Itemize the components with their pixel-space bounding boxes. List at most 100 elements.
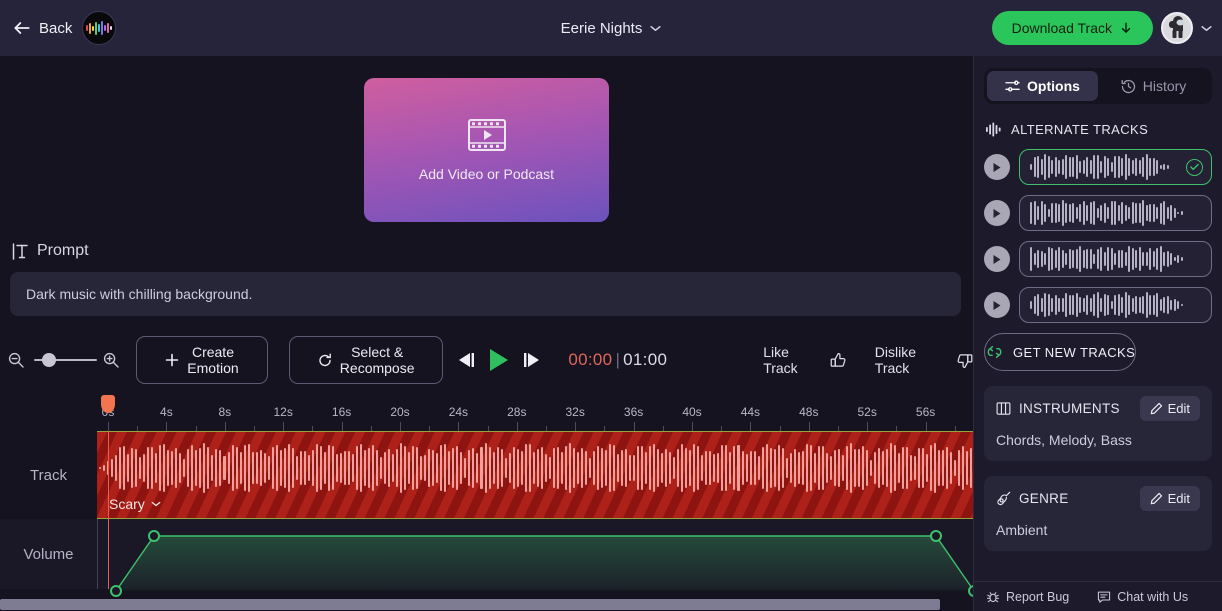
alternate-track-2[interactable]: [1019, 195, 1212, 231]
back-button[interactable]: Back: [12, 18, 72, 38]
brand-logo[interactable]: [82, 11, 116, 45]
chevron-down-icon[interactable]: [650, 25, 661, 32]
waveform-bar: [653, 444, 655, 493]
volume-envelope-area[interactable]: [97, 519, 973, 589]
alternate-track-play-button[interactable]: [984, 292, 1010, 318]
waveform-bar: [1163, 252, 1165, 266]
waveform-bar: [428, 449, 430, 488]
waveform-bar: [115, 455, 117, 480]
waveform-bar: [1051, 203, 1053, 224]
waveform-bar: [1153, 295, 1155, 316]
skip-back-icon[interactable]: [456, 351, 476, 369]
waveform-bar: [629, 455, 631, 481]
select-and-recompose-button[interactable]: Select & Recompose: [289, 336, 443, 384]
waveform-bar: [529, 444, 531, 491]
genre-value: Ambient: [996, 522, 1200, 538]
history-clock-icon: [1121, 79, 1136, 94]
waveform-bar: [1181, 257, 1183, 261]
select-recompose-label-line1: Select &: [351, 344, 403, 360]
waveform-bar: [822, 446, 824, 490]
alternate-track-3[interactable]: [1019, 241, 1212, 277]
waveform-bar: [1041, 251, 1043, 268]
dislike-track-button[interactable]: Dislike Track: [875, 344, 973, 376]
playhead-handle[interactable]: [101, 395, 115, 413]
timeline-horizontal-scrollbar[interactable]: [0, 598, 973, 611]
waveform-bar: [1048, 247, 1050, 271]
genre-title: GENRE: [1019, 491, 1069, 506]
check-circle-icon[interactable]: [1186, 159, 1203, 176]
waveform-bar: [1125, 292, 1127, 317]
timeline-ruler[interactable]: 0s4s8s12s16s20s24s28s32s36s40s44s48s52s5…: [97, 395, 973, 431]
audio-clip[interactable]: Scary: [97, 431, 973, 519]
create-emotion-button[interactable]: Create Emotion: [136, 336, 268, 384]
waveform-bar: [1090, 249, 1092, 269]
zoom-slider-knob[interactable]: [42, 353, 56, 367]
waveform-bar: [248, 444, 250, 491]
avatar[interactable]: [1161, 12, 1193, 44]
waveform-bar: [854, 449, 856, 487]
volume-node-fade-in[interactable]: [149, 531, 159, 541]
alternate-track-play-button[interactable]: [984, 200, 1010, 226]
prompt-label: Prompt: [37, 242, 89, 260]
download-track-button[interactable]: Download Track: [992, 11, 1153, 45]
waveform-bar: [264, 453, 266, 484]
avatar-chevron-down-icon[interactable]: [1201, 25, 1212, 32]
waveform-bar: [513, 447, 515, 489]
instruments-edit-button[interactable]: Edit: [1140, 396, 1200, 421]
skip-forward-icon[interactable]: [522, 351, 542, 369]
zoom-out-icon[interactable]: [8, 352, 24, 368]
report-bug-label: Report Bug: [1006, 590, 1069, 604]
waveform-bar: [1177, 212, 1179, 215]
waveform-bar: [906, 447, 908, 488]
waveform-bar: [1044, 293, 1046, 318]
waveform-bar: [1146, 205, 1148, 222]
waveform-bar: [505, 458, 507, 478]
waveform-bar: [1034, 296, 1036, 314]
volume-node-fade-out[interactable]: [931, 531, 941, 541]
zoom-in-icon[interactable]: [103, 352, 119, 368]
download-label: Download Track: [1012, 20, 1112, 36]
pencil-icon: [1150, 402, 1163, 415]
volume-node-start[interactable]: [111, 586, 121, 596]
waveform-bar: [1041, 159, 1043, 175]
ruler-label: 32s: [566, 405, 585, 419]
waveform-bar: [770, 448, 772, 487]
ruler-label: 20s: [390, 405, 409, 419]
ruler-label: 40s: [682, 405, 701, 419]
waveform-bar: [1107, 247, 1109, 271]
tab-options-label: Options: [1027, 78, 1080, 94]
zoom-slider-track[interactable]: [30, 353, 97, 367]
play-button[interactable]: [488, 348, 510, 372]
waveform-bar: [1163, 164, 1165, 170]
report-bug-button[interactable]: Report Bug: [986, 590, 1069, 604]
clip-mood-selector[interactable]: Scary: [109, 496, 161, 512]
tab-history[interactable]: History: [1098, 71, 1209, 101]
waveform-bar: [1076, 249, 1078, 269]
waveform-bar: [814, 453, 816, 483]
scrollbar-thumb[interactable]: [0, 599, 940, 610]
current-time: 00:00: [568, 350, 612, 369]
prompt-input[interactable]: Dark music with chilling background.: [10, 272, 961, 316]
waveform-bar: [1139, 297, 1141, 312]
alternate-track-play-button[interactable]: [984, 154, 1010, 180]
volume-row: Volume: [0, 519, 973, 589]
ruler-tick: [634, 422, 635, 431]
alternate-track-1[interactable]: [1019, 149, 1212, 185]
timeline-zoom-slider[interactable]: [8, 352, 119, 368]
like-track-button[interactable]: Like Track: [763, 344, 847, 376]
waveform-bar: [312, 450, 314, 485]
waveform-bar: [1142, 157, 1144, 176]
alternate-track-play-button[interactable]: [984, 246, 1010, 272]
waveform-bar: [1156, 248, 1158, 270]
track-row-label: Track: [0, 431, 97, 519]
chat-with-us-button[interactable]: Chat with Us: [1097, 590, 1188, 604]
add-video-or-podcast-card[interactable]: Add Video or Podcast: [364, 78, 609, 222]
waveform-bar: [1079, 161, 1081, 174]
tab-options[interactable]: Options: [987, 71, 1098, 101]
alternate-track-4[interactable]: [1019, 287, 1212, 323]
waveform-bar: [1051, 160, 1053, 174]
genre-edit-button[interactable]: Edit: [1140, 486, 1200, 511]
waveform-bar: [1093, 254, 1095, 263]
get-new-tracks-button[interactable]: GET NEW TRACKS: [984, 333, 1136, 371]
waveform-bar: [1111, 162, 1113, 172]
